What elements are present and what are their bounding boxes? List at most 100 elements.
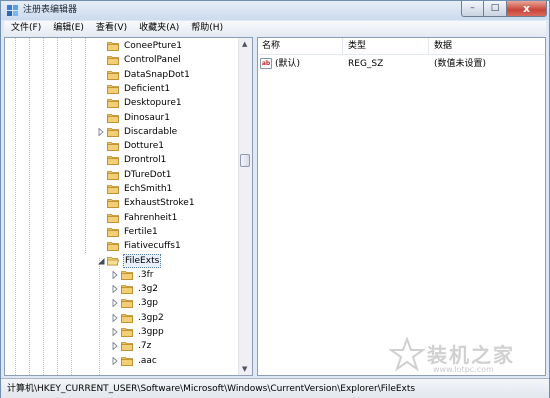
values-column-header: 名称 类型 数据 bbox=[258, 38, 545, 55]
folder-icon bbox=[107, 184, 119, 194]
tree-child-node[interactable]: .3fr bbox=[111, 268, 154, 282]
tree-node[interactable]: Desktopure1 bbox=[97, 96, 183, 110]
expand-arrow-icon[interactable] bbox=[111, 298, 119, 308]
status-path: 计算机\HKEY_CURRENT_USER\Software\Microsoft… bbox=[7, 384, 416, 394]
folder-open-icon bbox=[107, 256, 119, 266]
menu-edit[interactable]: 编辑(E) bbox=[46, 21, 89, 36]
status-bar: 计算机\HKEY_CURRENT_USER\Software\Microsoft… bbox=[1, 378, 549, 398]
menu-file[interactable]: 文件(F) bbox=[4, 21, 46, 36]
folder-icon bbox=[121, 284, 133, 294]
value-name: (默认) bbox=[275, 59, 301, 69]
tree-node-label: FileExts bbox=[123, 253, 162, 268]
expander-placeholder bbox=[97, 241, 105, 251]
column-name[interactable]: 名称 bbox=[262, 40, 280, 52]
folder-icon bbox=[121, 327, 133, 337]
tree-node-label: .3fr bbox=[138, 269, 154, 280]
expander-placeholder bbox=[97, 155, 105, 165]
expand-arrow-icon[interactable] bbox=[111, 356, 119, 366]
tree-node[interactable]: DTureDot1 bbox=[97, 168, 173, 182]
column-separator[interactable] bbox=[428, 38, 429, 54]
expander-placeholder bbox=[97, 98, 105, 108]
tree-node[interactable]: FileExts bbox=[97, 253, 162, 268]
menu-help[interactable]: 帮助(H) bbox=[184, 21, 228, 36]
tree-node-label: Deficient1 bbox=[124, 83, 171, 94]
expand-arrow-icon[interactable] bbox=[111, 284, 119, 294]
value-type: REG_SZ bbox=[348, 59, 384, 69]
expand-arrow-icon[interactable] bbox=[97, 127, 105, 137]
tree-child-node[interactable]: .3gp2 bbox=[111, 311, 165, 325]
window-controls: – □ x bbox=[461, 1, 547, 18]
folder-icon bbox=[107, 55, 119, 66]
tree-node[interactable]: DataSnapDot1 bbox=[97, 68, 191, 82]
folder-icon bbox=[107, 84, 119, 94]
folder-icon bbox=[121, 313, 133, 323]
tree-node[interactable]: Dotture1 bbox=[97, 139, 165, 153]
column-data[interactable]: 数据 bbox=[434, 40, 452, 52]
folder-icon bbox=[107, 141, 119, 151]
expander-placeholder bbox=[97, 41, 105, 51]
tree-node[interactable]: Fertile1 bbox=[97, 225, 159, 239]
tree-node[interactable]: ExhaustStroke1 bbox=[97, 196, 196, 210]
folder-icon bbox=[121, 356, 133, 366]
tree-node[interactable]: Dinosaur1 bbox=[97, 111, 171, 125]
expand-arrow-icon[interactable] bbox=[111, 313, 119, 323]
folder-icon bbox=[107, 241, 119, 252]
expander-placeholder bbox=[97, 170, 105, 180]
maximize-button[interactable]: □ bbox=[484, 1, 507, 17]
minimize-button[interactable]: – bbox=[461, 1, 484, 17]
tree-node[interactable]: Deficient1 bbox=[97, 82, 171, 96]
tree-node[interactable]: Fahrenheit1 bbox=[97, 211, 178, 225]
tree-node-label: ConeePture1 bbox=[124, 41, 182, 51]
expander-placeholder bbox=[97, 213, 105, 223]
scroll-down-icon[interactable]: ▼ bbox=[242, 365, 247, 373]
menu-favorites[interactable]: 收藏夹(A) bbox=[132, 21, 184, 36]
folder-icon bbox=[107, 70, 119, 80]
menu-bar: 文件(F) 编辑(E) 查看(V) 收藏夹(A) 帮助(H) bbox=[4, 21, 546, 36]
folder-icon bbox=[107, 113, 119, 123]
tree-scroll-thumb[interactable] bbox=[240, 154, 250, 167]
registry-app-icon bbox=[7, 5, 18, 16]
value-row[interactable]: ab (默认) REG_SZ (数值未设置) bbox=[258, 57, 545, 71]
tree-node-label: .3gp2 bbox=[138, 312, 164, 323]
folder-icon bbox=[107, 213, 119, 223]
tree-node-label: Discardable bbox=[124, 126, 178, 137]
scroll-up-icon[interactable]: ▲ bbox=[242, 40, 247, 48]
column-type[interactable]: 类型 bbox=[348, 40, 366, 52]
tree-node-label: .3g2 bbox=[138, 284, 159, 295]
tree-child-node[interactable]: .7z bbox=[111, 339, 152, 353]
string-value-icon: ab bbox=[260, 58, 272, 69]
menu-view[interactable]: 查看(V) bbox=[89, 21, 132, 36]
tree-node-label: EchSmith1 bbox=[124, 184, 173, 194]
tree-node-label: Dotture1 bbox=[124, 141, 164, 152]
collapse-arrow-icon[interactable] bbox=[97, 256, 105, 266]
tree-node-label: .3gpp bbox=[138, 327, 164, 337]
expand-arrow-icon[interactable] bbox=[111, 270, 119, 280]
tree-node[interactable]: ConeePture1 bbox=[97, 39, 183, 53]
tree-node-label: ExhaustStroke1 bbox=[124, 198, 195, 209]
tree-child-node[interactable]: .aac bbox=[111, 354, 158, 368]
tree-node[interactable]: Discardable bbox=[97, 125, 178, 139]
expander-placeholder bbox=[97, 113, 105, 123]
key-tree-pane[interactable]: ConeePture1 ControlPanel DataSnapDot1 Defic… bbox=[4, 37, 253, 376]
close-button[interactable]: x bbox=[507, 1, 547, 17]
expander-placeholder bbox=[97, 227, 105, 237]
tree-node[interactable]: Drontrol1 bbox=[97, 153, 167, 167]
tree-node[interactable]: ControlPanel bbox=[97, 53, 182, 67]
tree-child-node[interactable]: .3g2 bbox=[111, 282, 159, 296]
tree-node-label: Dinosaur1 bbox=[124, 112, 170, 123]
expand-arrow-icon[interactable] bbox=[111, 327, 119, 337]
tree-scrollbar[interactable]: ▲ ▼ bbox=[238, 38, 252, 375]
folder-icon bbox=[107, 155, 119, 166]
tree-node[interactable]: Fiativecuffs1 bbox=[97, 239, 182, 253]
expander-placeholder bbox=[97, 184, 105, 194]
tree-node[interactable]: EchSmith1 bbox=[97, 182, 173, 196]
tree-child-node[interactable]: .3gpp bbox=[111, 325, 165, 339]
title-bar[interactable]: 注册表编辑器 – □ x bbox=[1, 1, 549, 20]
column-separator[interactable] bbox=[342, 38, 343, 54]
tree-child-node[interactable]: .3gp bbox=[111, 296, 159, 310]
expander-placeholder bbox=[97, 70, 105, 80]
tree-node-label: ControlPanel bbox=[124, 55, 181, 66]
tree-node-label: Desktopure1 bbox=[124, 98, 182, 109]
expand-arrow-icon[interactable] bbox=[111, 341, 119, 351]
values-pane[interactable]: 名称 类型 数据 ab (默认) REG_SZ (数值未设置) bbox=[257, 37, 546, 376]
